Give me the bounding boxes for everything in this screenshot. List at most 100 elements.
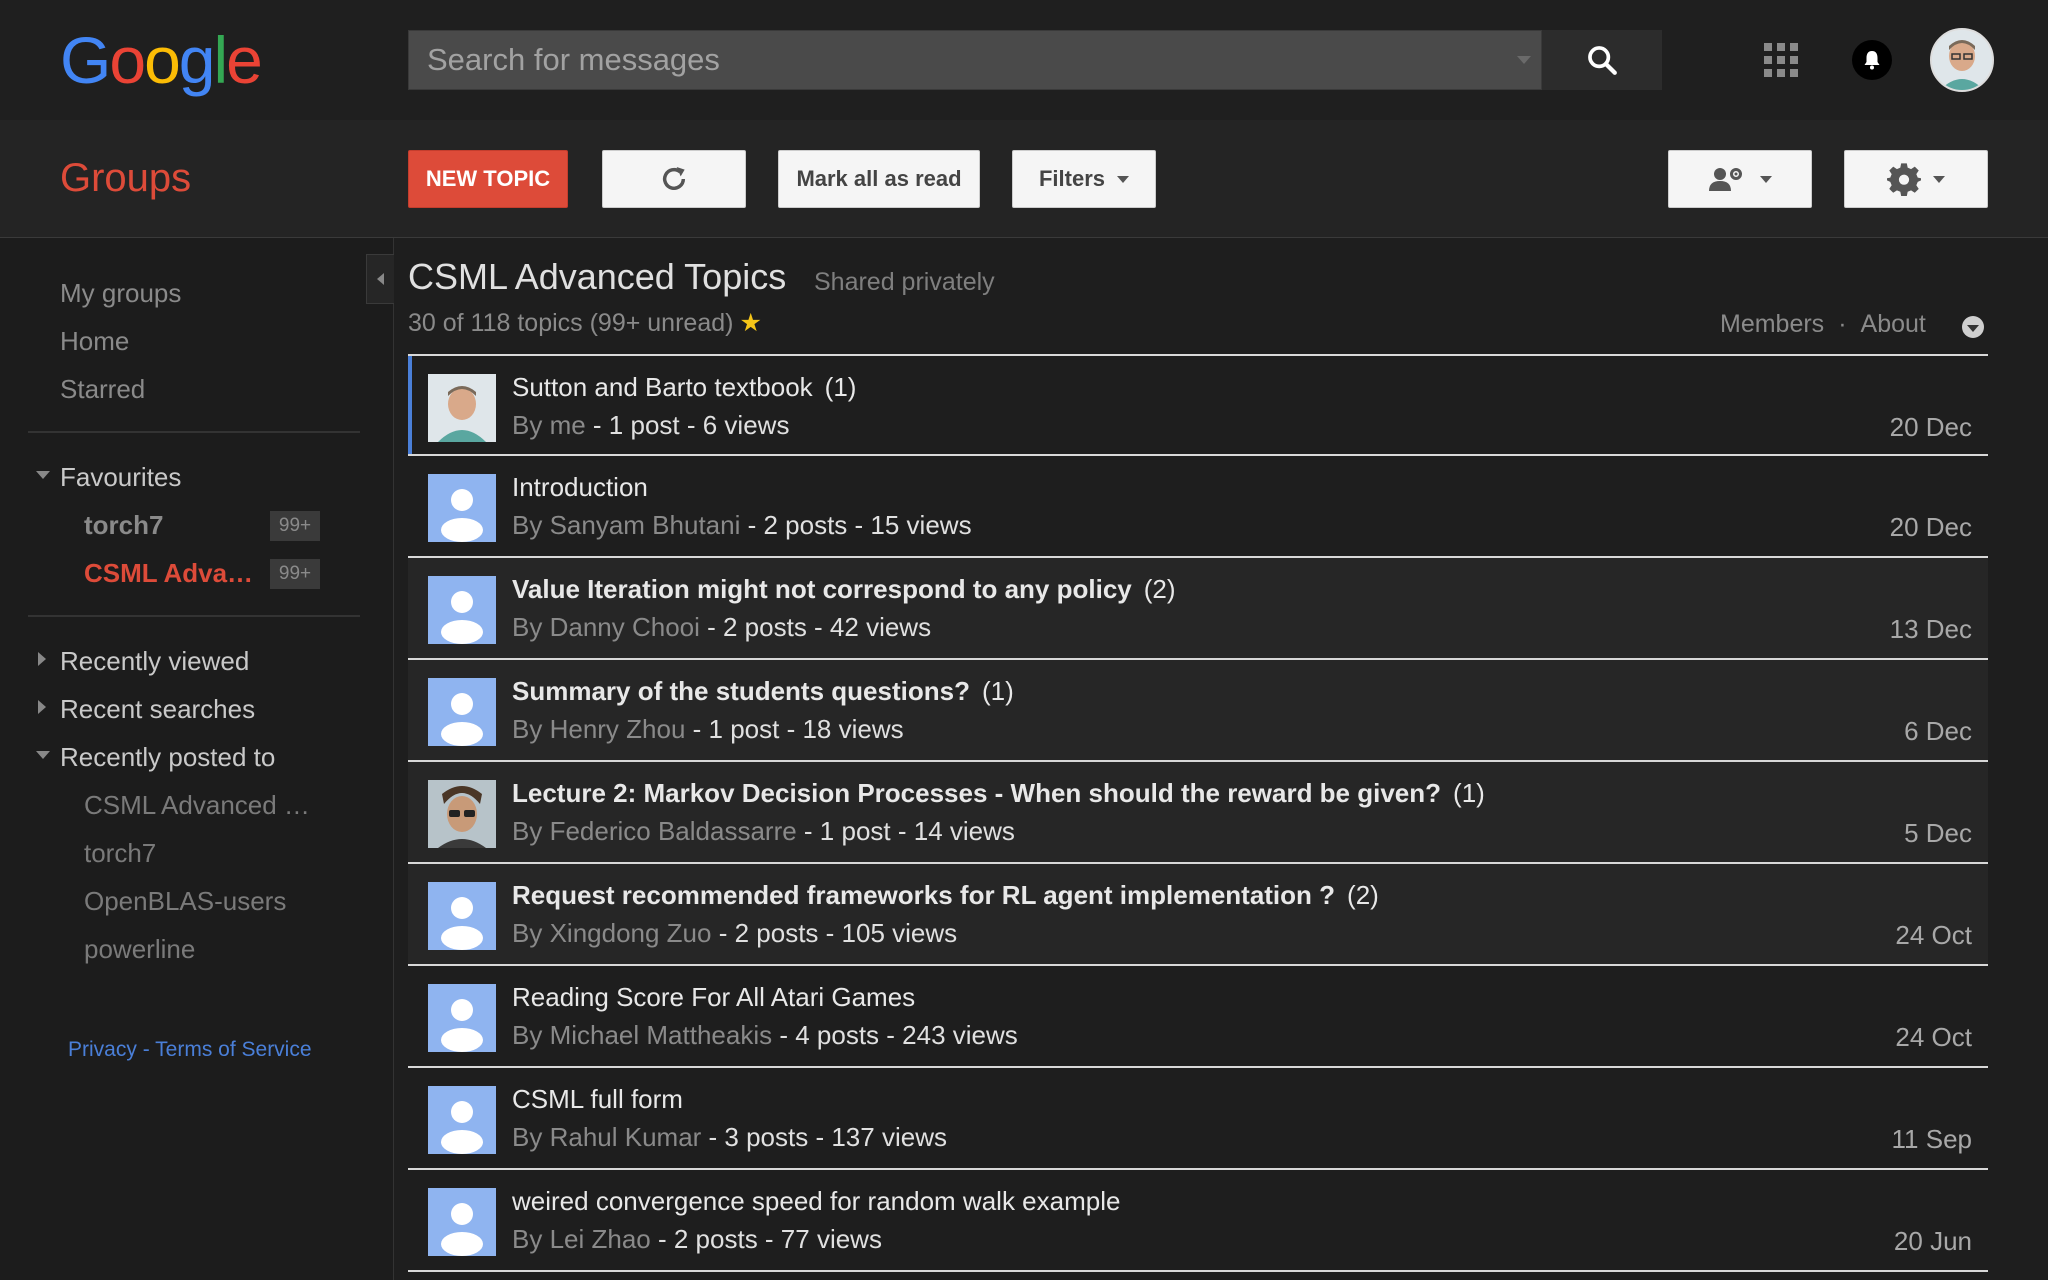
topic-stats: - 2 posts - 105 views — [711, 918, 958, 948]
expand-right-icon[interactable] — [38, 652, 46, 666]
notifications-bell-icon[interactable] — [1852, 40, 1892, 80]
reply-count: (1) — [824, 372, 857, 402]
refresh-button[interactable] — [602, 150, 746, 208]
topic-author[interactable]: Federico Baldassarre — [550, 816, 797, 846]
sidebar-recently-posted[interactable]: Recently posted to — [60, 742, 275, 773]
sidebar-posted-item[interactable]: powerline — [84, 934, 195, 965]
terms-link[interactable]: Terms of Service — [155, 1038, 311, 1061]
topic-date: 5 Dec — [1904, 818, 1972, 848]
sidebar-divider — [28, 431, 360, 433]
sidebar-recently-viewed[interactable]: Recently viewed — [60, 646, 249, 677]
topic-meta: By Rahul Kumar - 3 posts - 137 views — [512, 1122, 947, 1153]
filters-label: Filters — [1038, 166, 1106, 191]
topic-title-text[interactable]: Reading Score For All Atari Games — [512, 982, 915, 1012]
sidebar-item-starred[interactable]: Starred — [60, 374, 145, 405]
sidebar-recent-searches[interactable]: Recent searches — [60, 694, 255, 725]
topic-author[interactable]: Rahul Kumar — [550, 1122, 702, 1152]
sidebar-posted-item[interactable]: OpenBLAS-users — [84, 886, 286, 917]
privacy-link[interactable]: Privacy — [68, 1038, 137, 1061]
expand-down-icon[interactable] — [36, 751, 50, 759]
avatar — [428, 678, 496, 746]
topic-count-label: 30 of 118 topics (99+ unread) — [408, 309, 734, 337]
settings-button[interactable] — [1844, 150, 1988, 208]
topic-row[interactable]: CSML full form By Rahul Kumar - 3 posts -… — [408, 1068, 1988, 1170]
star-icon[interactable]: ★ — [739, 309, 761, 337]
topic-row[interactable]: Summary of the students questions? (1) By … — [408, 660, 1988, 762]
expand-down-icon[interactable] — [36, 471, 50, 479]
link-separator: · — [1838, 310, 1847, 338]
members-link[interactable]: Members — [1720, 310, 1824, 338]
topic-row[interactable]: weired convergence speed for random walk… — [408, 1170, 1988, 1272]
by-label: By — [512, 714, 550, 744]
filters-button[interactable]: Filters — [1012, 150, 1156, 208]
mark-all-read-button[interactable]: Mark all as read — [778, 150, 980, 208]
reply-count: (2) — [1143, 574, 1176, 604]
topic-title[interactable]: Introduction — [512, 472, 660, 503]
sidebar-item-favourite[interactable]: torch7 — [84, 510, 163, 541]
sidebar-item-home[interactable]: Home — [60, 326, 129, 357]
topic-title-text[interactable]: weired convergence speed for random walk… — [512, 1186, 1120, 1216]
search-icon — [1588, 46, 1617, 75]
account-avatar[interactable] — [1930, 28, 1994, 92]
topic-date: 24 Oct — [1895, 1022, 1972, 1052]
topic-title-text[interactable]: Introduction — [512, 472, 648, 502]
sidebar-favourites-heading[interactable]: Favourites — [60, 462, 181, 493]
about-link[interactable]: About — [1861, 310, 1926, 338]
sidebar-posted-item[interactable]: torch7 — [84, 838, 156, 869]
refresh-icon — [662, 167, 686, 190]
topic-author[interactable]: me — [550, 410, 586, 440]
topic-author[interactable]: Henry Zhou — [550, 714, 686, 744]
groups-title[interactable]: Groups — [60, 156, 191, 201]
avatar — [428, 576, 496, 644]
search-options-caret-icon[interactable] — [1517, 56, 1531, 64]
topic-title[interactable]: Value Iteration might not correspond to … — [512, 574, 1176, 605]
topic-title[interactable]: CSML full form — [512, 1084, 695, 1115]
chevron-left-icon — [377, 273, 384, 285]
topic-stats: - 2 posts - 77 views — [650, 1224, 882, 1254]
topic-title-text[interactable]: Request recommended frameworks for RL ag… — [512, 880, 1335, 910]
member-settings-button[interactable] — [1668, 150, 1812, 208]
topic-meta: By Federico Baldassarre - 1 post - 14 vi… — [512, 816, 1015, 847]
search-button[interactable] — [1542, 30, 1662, 90]
topic-title-text[interactable]: Lecture 2: Markov Decision Processes - W… — [512, 778, 1441, 808]
topic-title[interactable]: Lecture 2: Markov Decision Processes - W… — [512, 778, 1485, 809]
topic-row[interactable]: Value Iteration might not correspond to … — [408, 558, 1988, 660]
topic-author[interactable]: Michael Mattheakis — [550, 1020, 773, 1050]
topic-row[interactable]: Introduction By Sanyam Bhutani - 2 posts … — [408, 456, 1988, 558]
topic-author[interactable]: Xingdong Zuo — [550, 918, 712, 948]
avatar — [428, 374, 496, 442]
collapse-sidebar-button[interactable] — [366, 254, 394, 304]
topic-title-text[interactable]: Value Iteration might not correspond to … — [512, 574, 1132, 604]
topic-row[interactable]: Request recommended frameworks for RL ag… — [408, 864, 1988, 966]
topic-title-text[interactable]: Summary of the students questions? — [512, 676, 970, 706]
topic-title[interactable]: weired convergence speed for random walk… — [512, 1186, 1132, 1217]
topic-row[interactable]: Sutton and Barto textbook (1) By me - 1 po… — [408, 354, 1988, 456]
sidebar-posted-item[interactable]: CSML Advanced … — [84, 790, 310, 821]
by-label: By — [512, 1020, 550, 1050]
topic-row[interactable]: Lecture 2: Markov Decision Processes - W… — [408, 762, 1988, 864]
by-label: By — [512, 816, 550, 846]
apps-grid-icon[interactable] — [1764, 43, 1798, 77]
topic-title[interactable]: Request recommended frameworks for RL ag… — [512, 880, 1379, 911]
topic-row[interactable]: Reading Score For All Atari Games By Mich… — [408, 966, 1988, 1068]
topic-stats: - 1 post - 6 views — [585, 410, 790, 440]
topic-title[interactable]: Sutton and Barto textbook (1) — [512, 372, 856, 403]
search-input[interactable] — [409, 31, 1509, 89]
topic-meta: By Henry Zhou - 1 post - 18 views — [512, 714, 904, 745]
topic-date: 6 Dec — [1904, 716, 1972, 746]
topic-author[interactable]: Lei Zhao — [550, 1224, 651, 1254]
more-options-icon[interactable] — [1962, 316, 1984, 338]
unread-badge: 99+ — [270, 511, 320, 541]
topic-stats: - 1 post - 18 views — [685, 714, 904, 744]
expand-right-icon[interactable] — [38, 700, 46, 714]
topic-author[interactable]: Danny Chooi — [550, 612, 700, 642]
topic-title[interactable]: Summary of the students questions? (1) — [512, 676, 1014, 707]
new-topic-button[interactable]: NEW TOPIC — [408, 150, 568, 208]
topic-title-text[interactable]: Sutton and Barto textbook — [512, 372, 813, 402]
topic-author[interactable]: Sanyam Bhutani — [550, 510, 741, 540]
topic-title[interactable]: Reading Score For All Atari Games — [512, 982, 927, 1013]
sidebar-item-favourite[interactable]: CSML Adva… — [84, 558, 253, 589]
sidebar-item-my-groups[interactable]: My groups — [60, 278, 181, 309]
google-logo[interactable]: Google — [60, 22, 263, 98]
topic-title-text[interactable]: CSML full form — [512, 1084, 683, 1114]
